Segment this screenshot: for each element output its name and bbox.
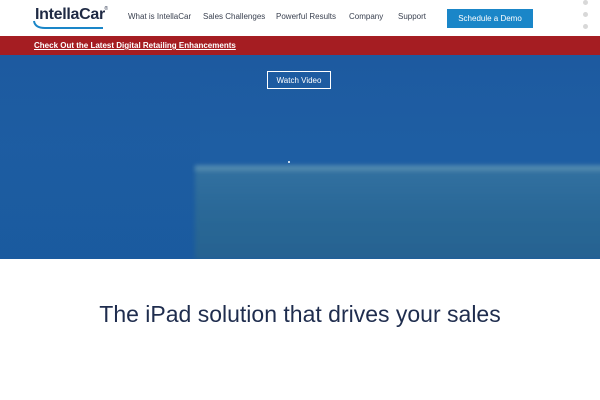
schedule-demo-button[interactable]: Schedule a Demo: [447, 9, 533, 28]
section-dot[interactable]: [583, 24, 588, 29]
nav-item-sales-challenges[interactable]: Sales Challenges: [203, 12, 265, 21]
page-tagline: The iPad solution that drives your sales: [99, 301, 501, 327]
hero-speck: [288, 161, 290, 163]
logo-swoosh-icon: [33, 20, 103, 29]
promo-link[interactable]: Check Out the Latest Digital Retailing E…: [34, 41, 236, 50]
hero-background-edge: [195, 165, 600, 171]
hero-background-image: [195, 167, 600, 259]
watch-video-button[interactable]: Watch Video: [267, 71, 331, 89]
registered-mark: ®: [104, 6, 108, 12]
section-dot[interactable]: [583, 0, 588, 5]
intellacar-logo[interactable]: IntellaCar ®: [33, 6, 108, 30]
site-header: IntellaCar ® What is IntellaCar Sales Ch…: [0, 0, 600, 36]
hero-shade: [0, 55, 200, 259]
nav-item-powerful-results[interactable]: Powerful Results: [276, 12, 336, 21]
nav-item-support[interactable]: Support: [398, 12, 426, 21]
nav-item-what-is-intellacar[interactable]: What is IntellaCar: [128, 12, 191, 21]
promo-banner: Check Out the Latest Digital Retailing E…: [0, 36, 600, 55]
section-dot[interactable]: [583, 12, 588, 17]
hero-video-section: Watch Video: [0, 55, 600, 259]
nav-item-company[interactable]: Company: [349, 12, 383, 21]
